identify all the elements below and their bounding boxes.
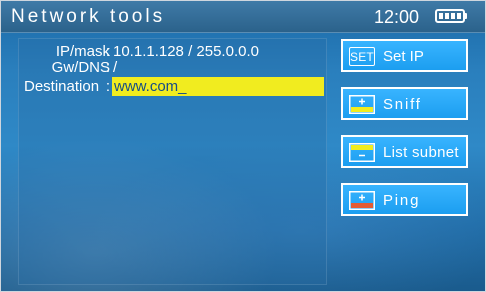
list-subnet-label: List subnet <box>383 144 459 161</box>
ip-mask-label: IP/mask <box>55 43 110 60</box>
ip-mask-value: 10.1.1.128 / 255.0.0.0 <box>113 43 259 60</box>
network-info-panel: IP/mask : 10.1.1.128 / 255.0.0.0 Gw/DNS … <box>18 38 327 285</box>
network-tools-screen: Network tools 12:00 IP/mask : 10.1.1.128… <box>0 0 486 292</box>
ip-mask-row: IP/mask : 10.1.1.128 / 255.0.0.0 <box>19 43 326 60</box>
set-ip-button[interactable]: SET Set IP <box>341 39 468 72</box>
minus-yellow-icon <box>349 143 375 162</box>
destination-label: Destination <box>24 78 100 95</box>
app-title: Network tools <box>11 6 166 27</box>
gw-dns-value: / <box>113 59 118 76</box>
list-subnet-button[interactable]: List subnet <box>341 135 468 168</box>
ping-label: Ping <box>383 192 421 209</box>
gw-dns-row: Gw/DNS : / <box>19 59 326 76</box>
plus-yellow-icon <box>349 95 375 114</box>
sniff-button[interactable]: Sniff <box>341 87 468 120</box>
plus-red-icon <box>349 191 375 210</box>
set-icon: SET <box>349 47 375 66</box>
status-bar: Network tools 12:00 <box>1 1 485 33</box>
gw-dns-separator: : <box>105 59 111 76</box>
battery-icon <box>435 9 467 23</box>
gw-dns-label: Gw/DNS <box>51 59 110 76</box>
destination-input[interactable] <box>112 77 324 96</box>
clock: 12:00 <box>373 7 419 27</box>
ping-button[interactable]: Ping <box>341 183 468 216</box>
destination-row: Destination : <box>19 77 326 96</box>
ip-mask-separator: : <box>105 43 111 60</box>
set-ip-label: Set IP <box>383 48 424 65</box>
sniff-label: Sniff <box>383 96 422 113</box>
